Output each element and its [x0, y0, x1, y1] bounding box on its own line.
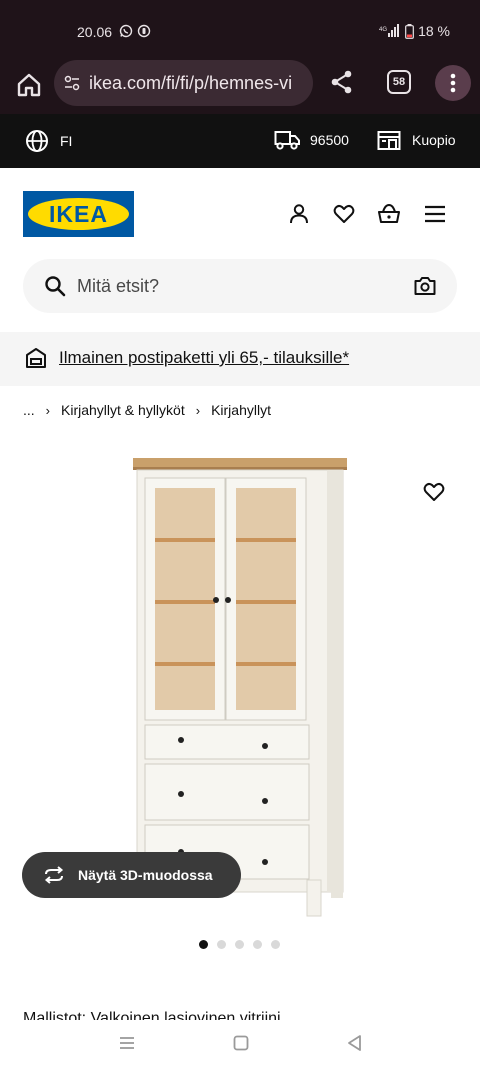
share-icon[interactable] [328, 68, 356, 96]
view-3d-label: Näytä 3D-muodossa [78, 867, 213, 883]
postal-code-label: 96500 [310, 132, 349, 148]
chevron-right-icon: › [45, 402, 51, 418]
pagination-dot-2[interactable] [217, 940, 226, 949]
recent-apps-icon[interactable] [117, 1033, 137, 1053]
promo-text[interactable]: Ilmainen postipaketti yli 65,- tilauksil… [59, 348, 349, 368]
site-utility-bar: FI 96500 Kuopio [0, 114, 480, 168]
battery-percent: 18 % [418, 23, 450, 39]
svg-text:4G: 4G [379, 27, 387, 33]
browser-toolbar: ikea.com/fi/fi/p/hemnes-vi 58 [0, 58, 480, 114]
shopping-basket-icon[interactable] [377, 202, 401, 226]
camera-search-icon[interactable] [413, 274, 437, 298]
store-icon [377, 131, 401, 150]
image-pagination [199, 940, 280, 949]
store-label: Kuopio [412, 132, 456, 148]
heart-icon[interactable] [332, 202, 356, 226]
breadcrumb-item-bookcases-shelving[interactable]: Kirjahyllyt & hyllyköt [61, 402, 185, 418]
status-notification-icons [119, 24, 151, 38]
site-settings-icon[interactable] [63, 74, 81, 92]
pagination-dot-4[interactable] [253, 940, 262, 949]
hamburger-menu-icon[interactable] [423, 202, 447, 226]
logo-text: IKEA [49, 200, 108, 227]
promo-banner[interactable]: Ilmainen postipaketti yli 65,- tilauksil… [0, 332, 480, 386]
account-icon[interactable] [287, 202, 311, 226]
add-to-favourites-heart-icon[interactable] [422, 480, 446, 504]
breadcrumb-item-ellipsis[interactable]: ... [23, 402, 35, 418]
view-3d-button[interactable]: Näytä 3D-muodossa [22, 852, 241, 898]
product-image-cabinet[interactable] [120, 450, 360, 920]
pagination-dot-3[interactable] [235, 940, 244, 949]
search-icon[interactable] [43, 274, 67, 298]
ikea-logo[interactable]: IKEA [23, 191, 134, 237]
breadcrumb-item-bookcases[interactable]: Kirjahyllyt [211, 402, 271, 418]
rotate-3d-icon [44, 866, 64, 884]
search-input[interactable] [77, 259, 377, 313]
status-bar: 20.06 4G 18 % [0, 0, 480, 58]
whatsapp-icon [119, 24, 133, 38]
postal-code-selector[interactable]: 96500 [274, 129, 349, 151]
back-nav-icon[interactable] [345, 1033, 365, 1053]
language-selector[interactable]: FI [25, 129, 72, 153]
tab-count: 58 [392, 76, 406, 88]
status-time: 20.06 [77, 24, 113, 40]
parcel-icon [26, 348, 46, 368]
search-bar[interactable] [23, 259, 457, 313]
url-text[interactable]: ikea.com/fi/fi/p/hemnes-vi [89, 73, 292, 94]
signal-icon: 4G [379, 24, 400, 37]
android-navigation-bar [0, 1020, 480, 1067]
more-vertical-icon [450, 73, 456, 93]
browser-menu-button[interactable] [435, 65, 471, 101]
chevron-right-icon: › [195, 402, 201, 418]
breadcrumb: ... › Kirjahyllyt & hyllyköt › Kirjahyll… [23, 402, 271, 418]
site-header: IKEA [0, 168, 480, 258]
notification-icon [137, 24, 151, 38]
globe-icon [26, 130, 48, 152]
store-selector[interactable]: Kuopio [377, 129, 456, 151]
pagination-dot-5[interactable] [271, 940, 280, 949]
product-description-partial: Mallistot: Valkoinen lasiovinen vitriini [23, 1010, 281, 1020]
tab-switcher-button[interactable]: 58 [387, 70, 411, 94]
address-bar[interactable]: ikea.com/fi/fi/p/hemnes-vi [54, 60, 313, 106]
home-icon[interactable] [14, 70, 44, 100]
language-label: FI [60, 133, 73, 149]
pagination-dot-1[interactable] [199, 940, 208, 949]
home-nav-icon[interactable] [231, 1033, 251, 1053]
status-right: 4G 18 % [379, 23, 450, 39]
battery-icon [405, 23, 414, 39]
truck-icon [274, 131, 300, 150]
